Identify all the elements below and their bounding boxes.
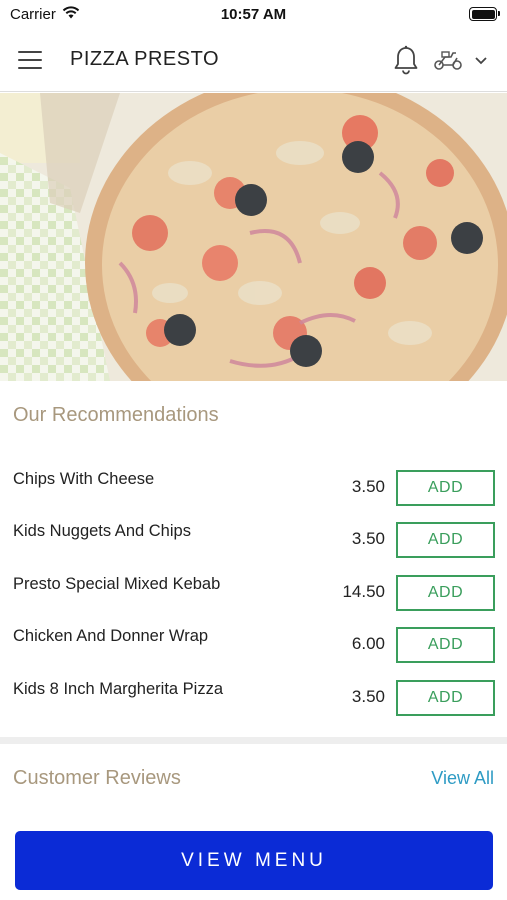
status-time: 10:57 AM [220,5,287,23]
list-item: Kids 8 Inch Margherita Pizza 3.50 ADD [0,670,507,716]
add-button[interactable]: ADD [396,680,495,716]
view-menu-button[interactable]: VIEW MENU [15,831,493,890]
item-price: 3.50 [351,477,385,496]
status-left: Carrier [10,6,80,23]
notifications-button[interactable] [393,45,419,75]
item-name: Chips With Cheese [13,470,155,488]
item-name: Kids Nuggets And Chips [13,522,191,540]
bell-icon [394,45,418,74]
header-actions [393,45,489,75]
item-price: 3.50 [351,687,385,706]
item-price: 14.50 [342,582,385,601]
item-price: 6.00 [351,634,385,653]
item-name: Chicken And Donner Wrap [13,627,209,645]
reviews-title: Customer Reviews [13,767,181,789]
section-divider [0,737,507,744]
scooter-icon [434,50,462,70]
status-bar: Carrier 10:57 AM [0,0,507,28]
add-button[interactable]: ADD [396,522,495,558]
hero-image [0,93,507,381]
view-all-reviews-link[interactable]: View All [431,768,494,789]
hamburger-icon [18,50,42,53]
chevron-down-icon [475,56,487,64]
delivery-mode-selector[interactable] [433,49,489,71]
item-name: Presto Special Mixed Kebab [13,575,221,593]
item-price: 3.50 [351,529,385,548]
recommendations-title: Our Recommendations [13,404,219,426]
add-button[interactable]: ADD [396,627,495,663]
list-item: Chicken And Donner Wrap 6.00 ADD [0,617,507,663]
add-button[interactable]: ADD [396,470,495,506]
wifi-icon [62,5,80,23]
hamburger-menu-button[interactable] [18,42,54,78]
item-name: Kids 8 Inch Margherita Pizza [13,680,224,698]
list-item: Kids Nuggets And Chips 3.50 ADD [0,512,507,558]
battery-icon [469,7,500,21]
app-header: PIZZA PRESTO [0,28,507,92]
page-title: PIZZA PRESTO [70,48,219,70]
list-item: Chips With Cheese 3.50 ADD [0,460,507,506]
list-item: Presto Special Mixed Kebab 14.50 ADD [0,565,507,611]
carrier-label: Carrier [10,5,56,23]
add-button[interactable]: ADD [396,575,495,611]
